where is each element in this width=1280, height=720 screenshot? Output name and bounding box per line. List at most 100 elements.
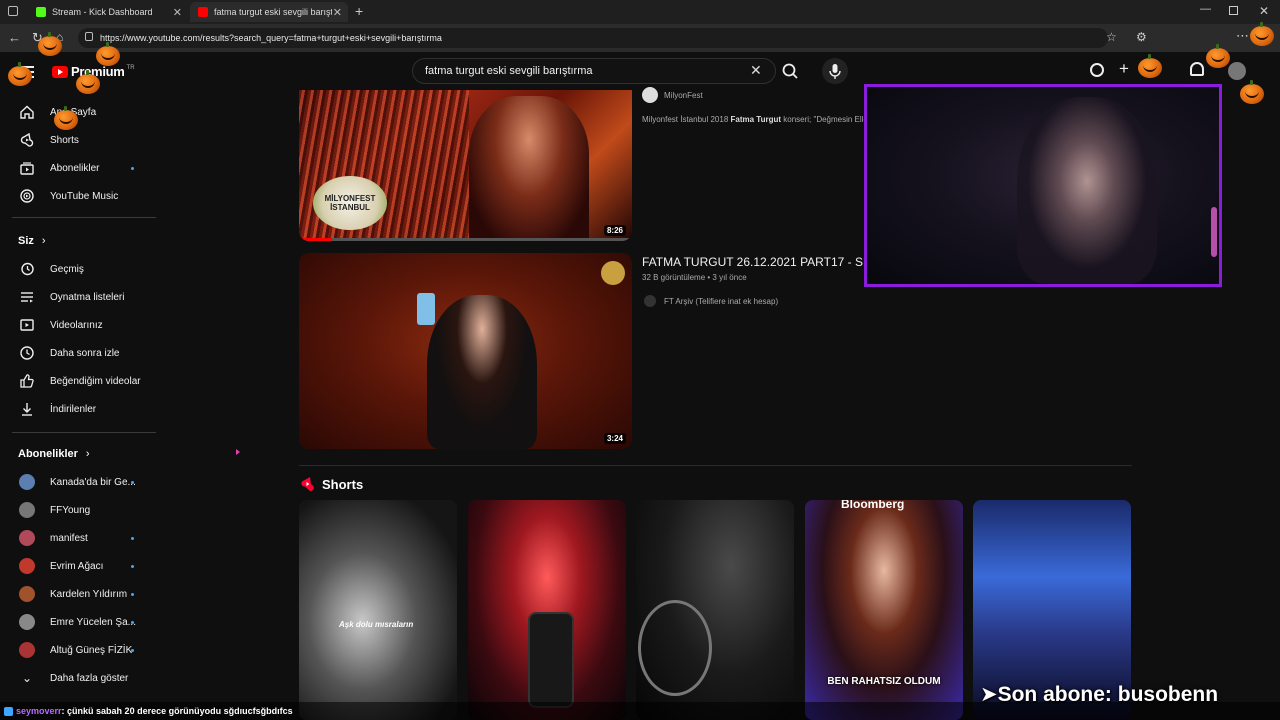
section-title: Siz [18,235,34,247]
tab-youtube[interactable]: fatma turgut eski sevgili barıştırma ✕ [190,2,348,22]
back-icon[interactable]: ← [8,30,21,45]
search-icon [782,63,798,79]
short-thumbnail[interactable] [636,500,794,720]
channel-avatar [18,529,36,547]
streamer-silhouette [1017,97,1157,284]
create-icon[interactable]: + [1119,59,1129,79]
sidebar-item-label: manifest [50,532,88,544]
channel-name[interactable]: FT Arşiv (Telifiere inat ek hesap) [664,297,778,306]
video-thumbnail[interactable]: 3:24 [299,253,632,449]
close-icon[interactable]: ✕ [333,6,342,19]
sidebar-section-subscriptions[interactable]: Abonelikler › [18,448,90,460]
chevron-right-icon: › [41,235,46,247]
minimize-button[interactable]: — [1200,3,1211,15]
video-thumbnail[interactable]: MİLYONFEST İSTANBUL 8:26 [299,90,632,241]
sidebar-item-label: Emre Yücelen Şa... [50,616,136,628]
sidebar-item-shorts[interactable]: Shorts [0,127,160,153]
close-icon[interactable]: ✕ [173,6,182,19]
sidebar-section-you[interactable]: Siz › [18,235,46,247]
channel-avatar [18,557,36,575]
sidebar-item-channel[interactable]: Kanada'da bir Ge... [0,469,160,495]
notifications-icon[interactable] [1190,62,1204,76]
channel-avatar[interactable] [644,295,656,307]
sidebar-item-playlists[interactable]: Oynatma listeleri [0,284,160,310]
window-menu-icon[interactable] [8,6,18,16]
channel-name[interactable]: MilyonFest [664,91,703,100]
maximize-button[interactable] [1229,6,1238,15]
star-icon[interactable]: ☆ [1106,30,1117,44]
chat-user-badge [4,706,13,716]
pumpkin-decoration [38,32,62,56]
channel-avatar [18,501,36,519]
search-input[interactable]: fatma turgut eski sevgili barıştırma [412,58,776,84]
video-description: Milyonfest İstanbul 2018 Fatma Turgut ko… [642,115,864,124]
sidebar-item-label: FFYoung [50,504,91,516]
pumpkin-decoration [76,70,100,94]
sidebar-divider [12,432,156,433]
close-window-button[interactable]: ✕ [1259,4,1269,18]
short-thumbnail[interactable]: Bloomberg BEN RAHATSIZ OLDUM [805,500,963,720]
search-button[interactable] [778,60,802,82]
phone-graphic [528,612,574,708]
thumbs-up-icon [18,372,36,390]
sidebar-show-more[interactable]: ⌄ Daha fazla göster [0,665,160,691]
sidebar-item-channel[interactable]: Kardelen Yıldırım [0,581,160,607]
section-title: Abonelikler [18,448,78,460]
sidebar-item-watch-later[interactable]: Daha sonra izle [0,340,160,366]
sidebar-item-history[interactable]: Geçmiş [0,256,160,282]
short-thumbnail[interactable] [468,500,626,720]
new-content-dot [131,166,134,170]
more-menu-icon[interactable]: ⋯ [1236,28,1249,44]
video-title[interactable]: FATMA TURGUT 26.12.2021 PART17 - SEV [642,255,864,269]
short-badge: Bloomberg [841,500,905,511]
pumpkin-decoration [8,62,32,86]
sidebar-item-channel[interactable]: FFYoung [0,497,160,523]
download-icon [18,400,36,418]
shorts-icon [18,131,36,149]
home-icon [18,103,36,121]
sidebar-item-label: Altuğ Güneş FİZİK [50,644,133,656]
kick-icon [36,7,46,17]
video-duration: 8:26 [603,225,626,236]
channel-avatar [18,641,36,659]
sidebar-item-channel[interactable]: manifest [0,525,160,551]
url-field[interactable]: https://www.youtube.com/results?search_q… [78,28,1108,48]
sidebar-item-youtube-music[interactable]: YouTube Music [0,183,160,209]
short-thumbnail[interactable]: Aşk dolu mısraların [299,500,457,720]
sidebar-item-channel[interactable]: Emre Yücelen Şa... [0,609,160,635]
sidebar-item-subscriptions[interactable]: Abonelikler [0,155,160,181]
youtube-icon [198,7,208,17]
chevron-right-icon: › [85,448,90,460]
playlist-icon [18,288,36,306]
sidebar-item-home[interactable]: Ana Sayfa [0,99,160,125]
sidebar-divider [12,217,156,218]
clear-search-icon[interactable]: ✕ [750,62,762,79]
sidebar-item-downloads[interactable]: İndirilenler [0,396,160,422]
new-content-dot [131,536,134,540]
chat-message: : çünkü sabah 20 derece görünüyodu sğdıu… [61,706,293,716]
description-text: Milyonfest İstanbul 2018 [642,115,731,124]
thumbnail-performer-graphic [469,96,589,241]
video-icon [18,316,36,334]
new-content-dot [131,480,134,484]
new-tab-button[interactable]: + [355,3,363,19]
sidebar-item-channel[interactable]: Altuğ Güneş FİZİK [0,637,160,663]
sidebar-item-channel[interactable]: Evrim Ağacı [0,553,160,579]
channel-avatar[interactable] [642,87,658,103]
drum-graphic [638,600,712,696]
music-icon [18,187,36,205]
new-content-dot [131,620,134,624]
sidebar-item-liked-videos[interactable]: Beğendiğim videolar [0,368,160,394]
address-bar-row: ← ↻ ⌂ https://www.youtube.com/results?se… [0,24,1280,52]
tab-kick-dashboard[interactable]: Stream - Kick Dashboard ✕ [28,2,188,22]
voice-search-button[interactable] [822,58,848,84]
account-avatar[interactable] [1228,62,1246,80]
sidebar-item-your-videos[interactable]: Videolarınız [0,312,160,338]
channel-watermark [601,261,625,285]
extensions-icon[interactable]: ⚙ [1136,30,1147,44]
studio-icon[interactable] [1090,63,1104,77]
pumpkin-decoration [1240,80,1264,104]
section-divider [299,465,1132,466]
channel-avatar [18,585,36,603]
pumpkin-decoration [1250,22,1274,46]
